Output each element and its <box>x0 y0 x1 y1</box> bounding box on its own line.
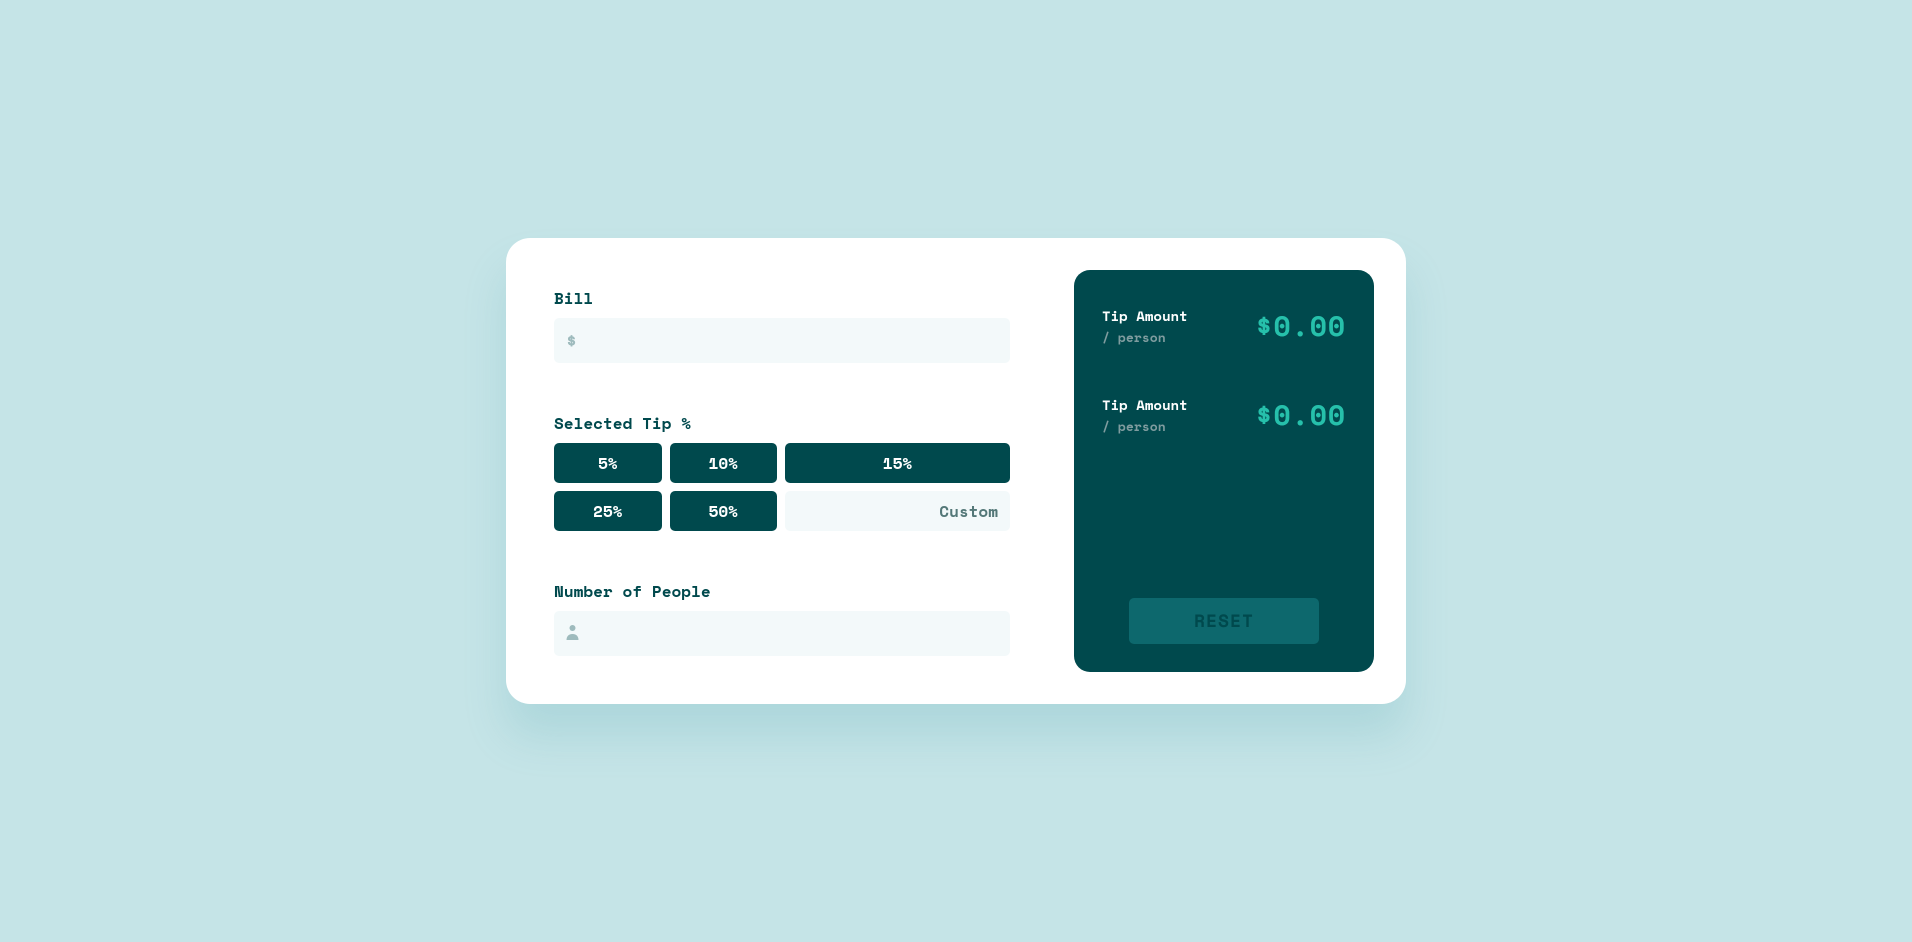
people-label: Number of People <box>554 579 1010 603</box>
tip-button-50[interactable]: 50% <box>670 491 778 531</box>
tip-result-sub: / person <box>1102 327 1188 347</box>
inputs-panel: Bill $ Selected Tip % 5% 10% 15% 25% 50%… <box>538 270 1026 672</box>
calculator-card: Bill $ Selected Tip % 5% 10% 15% 25% 50%… <box>506 238 1406 704</box>
people-input[interactable] <box>554 611 1010 656</box>
tip-result-row: Tip Amount / person $0.00 <box>1102 306 1346 347</box>
bill-group: Bill $ <box>554 286 1010 363</box>
tip-result-value: $0.00 <box>1255 306 1346 347</box>
tip-result-title: Tip Amount <box>1102 306 1188 327</box>
total-result-title: Tip Amount <box>1102 395 1188 416</box>
total-result-value: $0.00 <box>1255 395 1346 436</box>
total-result-labels: Tip Amount / person <box>1102 395 1188 436</box>
people-input-wrap <box>554 611 1010 656</box>
bill-input[interactable] <box>554 318 1010 363</box>
person-icon <box>566 622 579 646</box>
tip-group: Selected Tip % 5% 10% 15% 25% 50% <box>554 411 1010 531</box>
total-result-sub: / person <box>1102 416 1188 436</box>
results-list: Tip Amount / person $0.00 Tip Amount / p… <box>1102 306 1346 436</box>
tip-custom-input[interactable] <box>785 491 1010 531</box>
people-group: Number of People <box>554 579 1010 656</box>
reset-button[interactable]: RESET <box>1129 598 1319 644</box>
tip-button-15[interactable]: 15% <box>785 443 1010 483</box>
tip-button-25[interactable]: 25% <box>554 491 662 531</box>
total-result-row: Tip Amount / person $0.00 <box>1102 395 1346 436</box>
tip-button-5[interactable]: 5% <box>554 443 662 483</box>
tip-button-10[interactable]: 10% <box>670 443 778 483</box>
tip-result-labels: Tip Amount / person <box>1102 306 1188 347</box>
bill-input-wrap: $ <box>554 318 1010 363</box>
dollar-icon: $ <box>566 328 577 354</box>
bill-label: Bill <box>554 286 1010 310</box>
tip-grid: 5% 10% 15% 25% 50% <box>554 443 1010 531</box>
tip-label: Selected Tip % <box>554 411 1010 435</box>
results-panel: Tip Amount / person $0.00 Tip Amount / p… <box>1074 270 1374 672</box>
